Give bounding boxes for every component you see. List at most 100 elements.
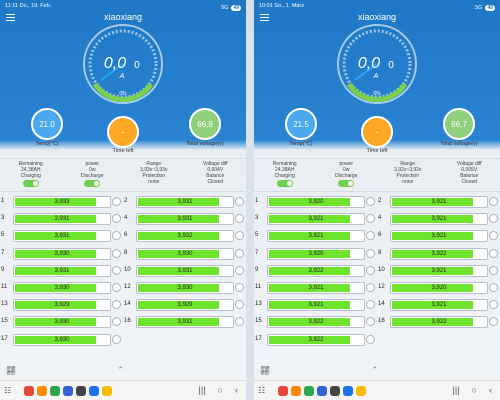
cell-index: 15 <box>1 318 8 325</box>
cell-index: 14 <box>378 301 385 308</box>
cell-voltage-item: 2 3,931 <box>123 194 246 210</box>
cell-voltage-bar: 3,931 <box>136 316 234 329</box>
cell-voltage-bar: 3,929 <box>13 299 111 312</box>
dock-app-icon[interactable] <box>89 386 99 396</box>
charging-toggle[interactable] <box>276 180 293 187</box>
gauge-value-decimal: 0 <box>134 60 140 71</box>
apps-grid-icon[interactable]: ☷ <box>4 386 11 395</box>
gauge-percent: 0% <box>373 91 381 97</box>
cell-voltage-value: 3,929 <box>54 302 70 309</box>
cell-voltage-bar: 3,921 <box>267 230 365 243</box>
cell-voltage-item: 14 3,929 <box>123 297 246 313</box>
app-title: xiaoxiang <box>103 12 143 22</box>
cell-balance-indicator <box>366 231 375 241</box>
double-chevron-up-icon[interactable]: ⌃ <box>371 365 379 376</box>
cell-voltage-bar: 3,929 <box>136 299 234 312</box>
home-button[interactable]: ○ <box>218 385 223 395</box>
dock-app-icon[interactable] <box>317 386 327 396</box>
temperature-label: Temp(°C) <box>289 141 313 147</box>
cell-voltage-item: 6 3,921 <box>377 228 500 244</box>
cell-voltage-bar: 3,931 <box>13 230 111 243</box>
cell-voltage-bar: 3,922 <box>390 316 488 329</box>
dock-app-icon[interactable] <box>278 386 288 396</box>
charging-toggle[interactable] <box>22 180 39 187</box>
recents-button[interactable]: ||| <box>199 385 206 395</box>
cell-voltage-value: 3,930 <box>54 319 70 326</box>
cell-balance-indicator <box>489 265 498 275</box>
cell-voltage-value: 3,921 <box>308 233 324 240</box>
cell-balance-indicator <box>235 300 244 310</box>
cell-balance-indicator <box>366 283 375 292</box>
cell-index: 4 <box>378 215 382 222</box>
dock-app-icon[interactable] <box>304 386 314 396</box>
cell-balance-indicator <box>112 334 121 344</box>
dock-app-icon[interactable] <box>291 386 301 396</box>
cell-voltage-bar: 3,931 <box>136 196 234 208</box>
system-nav-keys: ||| ○ ‹ <box>199 385 238 395</box>
cell-voltage-bar: 3,920 <box>267 247 365 260</box>
cell-voltage-bar: 3,931 <box>136 264 234 277</box>
discharge-toggle[interactable] <box>338 180 355 187</box>
cell-voltage-value: 3,921 <box>431 267 447 274</box>
dock-app-icon[interactable] <box>343 386 353 396</box>
cell-voltage-value: 3,931 <box>177 319 193 326</box>
cell-voltage-item: 10 3,931 <box>123 263 246 279</box>
cell-voltage-bar: 3,933 <box>13 196 111 208</box>
recents-button[interactable]: ||| <box>453 385 460 395</box>
cell-voltage-bar: 3,921 <box>390 299 488 312</box>
back-button[interactable]: ‹ <box>235 385 238 395</box>
cell-voltage-item: 8 3,922 <box>377 246 500 262</box>
dock-app-icon[interactable] <box>356 386 366 396</box>
dock-app-icon[interactable] <box>102 386 112 396</box>
cell-voltage-value: 3,930 <box>54 250 70 257</box>
temperature-label: Temp(°C) <box>35 141 59 147</box>
cell-voltage-value: 3,930 <box>177 285 193 291</box>
cell-voltage-bar: 3,921 <box>390 264 488 277</box>
temperature-circle: 21.0 <box>31 108 63 140</box>
dock-app-icon[interactable] <box>50 386 60 396</box>
cell-index: 12 <box>378 284 385 290</box>
dock-app-icon[interactable] <box>37 386 47 396</box>
cell-balance-indicator <box>366 197 375 206</box>
cell-voltage-bar: 3,930 <box>13 333 111 346</box>
cell-balance-indicator <box>366 265 375 275</box>
cell-voltage-value: 3,931 <box>54 233 70 240</box>
home-button[interactable]: ○ <box>472 385 477 395</box>
graph-icon[interactable]: 📈︎ <box>6 366 16 375</box>
cell-voltage-bar: 3,922 <box>267 264 365 277</box>
dock-app-icon[interactable] <box>24 386 34 396</box>
graph-icon[interactable]: 📈︎ <box>260 366 270 375</box>
cell-voltage-value: 3,932 <box>177 233 193 240</box>
cell-voltage-value: 3,922 <box>431 319 447 326</box>
range-column: Range 3,92v~3,92v Protection none <box>394 161 422 185</box>
total-voltage-label: Total voltage(v) <box>186 141 224 147</box>
apps-grid-icon[interactable]: ☷ <box>258 386 265 395</box>
discharge-toggle[interactable] <box>84 180 101 187</box>
gauge-unit: A <box>119 73 125 80</box>
cell-index: 5 <box>255 232 259 239</box>
power-column: power 0w Discharge <box>316 159 378 191</box>
back-button[interactable]: ‹ <box>489 385 492 395</box>
cell-voltage-bar: 3,922 <box>390 247 488 260</box>
cell-voltage-item: 5 3,931 <box>0 228 123 244</box>
cell-index: 17 <box>1 335 8 342</box>
gauge-value-decimal: 0 <box>388 60 394 71</box>
cell-balance-indicator <box>489 197 498 206</box>
cell-voltage-bar: 3,930 <box>13 282 111 294</box>
cell-voltage-bar: 3,930 <box>13 247 111 260</box>
dock-app-icon[interactable] <box>330 386 340 396</box>
dock-app-icon[interactable] <box>63 386 73 396</box>
cell-balance-indicator <box>235 265 244 275</box>
cell-balance-indicator <box>112 214 121 224</box>
gauge-value-main: 0,0 <box>358 55 380 72</box>
status-time-date: 10:01 So., 1. März <box>259 3 304 9</box>
cell-voltage-value: 3,921 <box>431 199 447 205</box>
battery-icon: 49 <box>231 4 241 11</box>
cell-voltage-item: 9 3,931 <box>0 263 123 279</box>
cell-voltage-item: 11 3,930 <box>0 280 123 296</box>
double-chevron-up-icon[interactable]: ⌃ <box>117 365 125 376</box>
cell-balance-indicator <box>489 283 498 292</box>
dock-app-icon[interactable] <box>76 386 86 396</box>
cell-voltage-bar: 3,921 <box>390 213 488 226</box>
cell-voltage-value: 3,920 <box>308 250 324 257</box>
